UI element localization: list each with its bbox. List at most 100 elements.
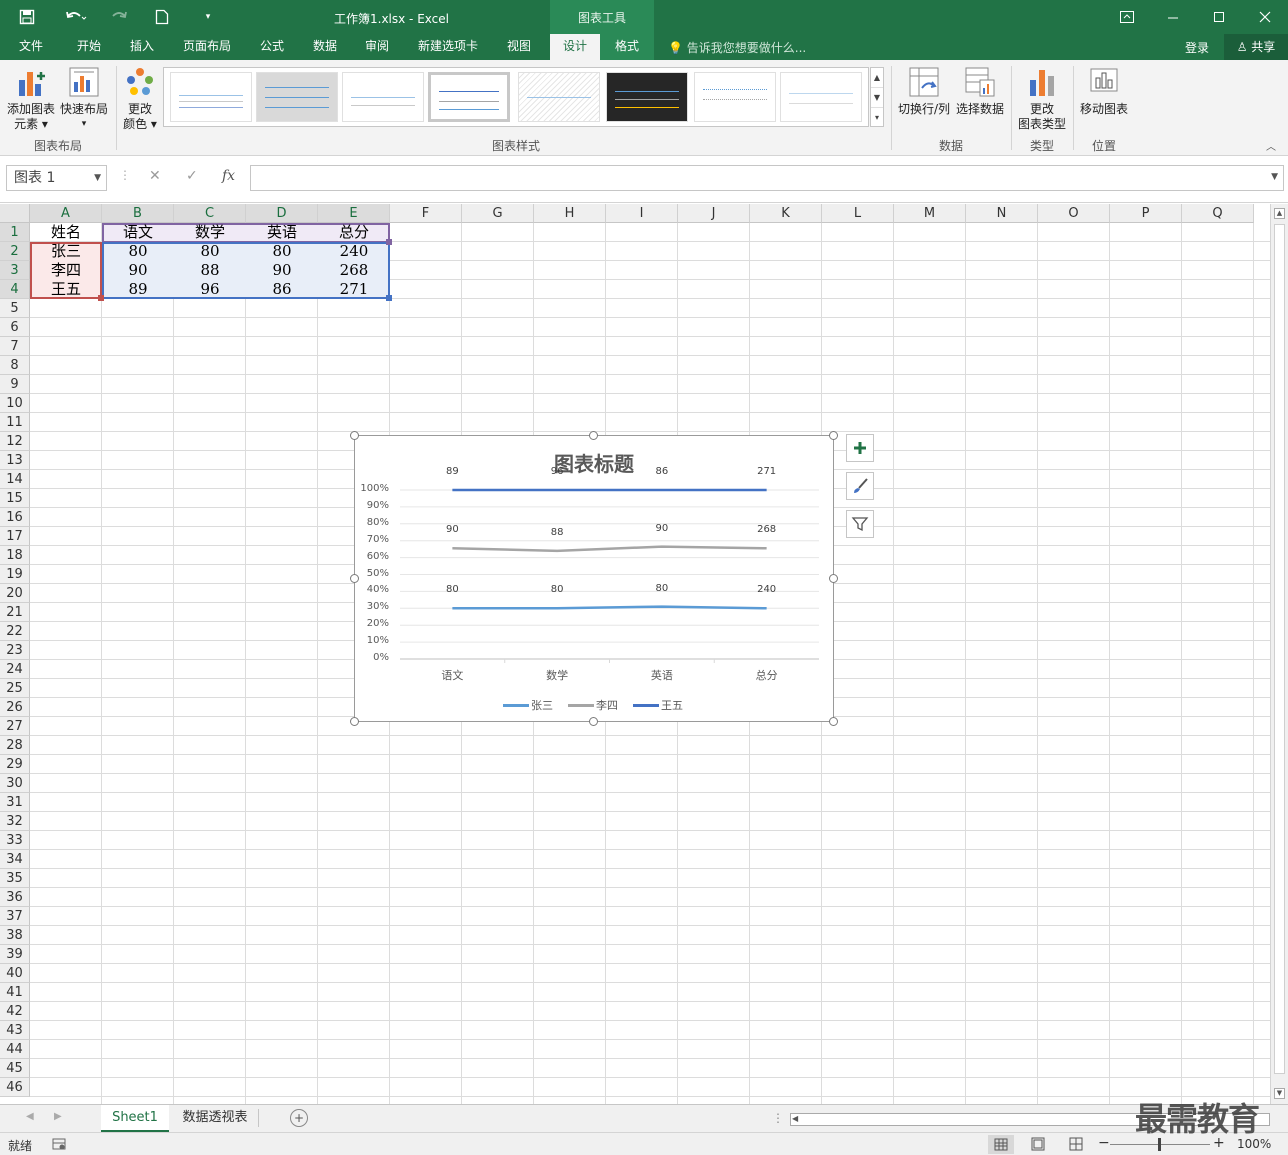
tab-design[interactable]: 设计 [550, 34, 600, 60]
new-document-icon[interactable] [150, 6, 174, 28]
row-header[interactable]: 45 [0, 1059, 30, 1078]
tell-me-search[interactable]: 💡 告诉我您想要做什么... [668, 39, 806, 56]
row-header[interactable]: 35 [0, 869, 30, 888]
cell-a1[interactable]: 姓名 [30, 223, 102, 242]
tab-page-layout[interactable]: 页面布局 [172, 34, 242, 60]
data-label[interactable]: 240 [749, 584, 785, 595]
resize-handle[interactable] [589, 717, 598, 726]
row-header[interactable]: 42 [0, 1002, 30, 1021]
minimize-button[interactable] [1150, 4, 1196, 30]
prev-sheet-icon[interactable]: ◀ [26, 1111, 34, 1122]
range-handle[interactable] [386, 239, 392, 245]
row-header[interactable]: 17 [0, 527, 30, 546]
row-header[interactable]: 6 [0, 318, 30, 337]
row-header[interactable]: 30 [0, 774, 30, 793]
tab-file[interactable]: 文件 [6, 34, 56, 60]
row-header[interactable]: 32 [0, 812, 30, 831]
chart-style-8[interactable] [780, 72, 862, 122]
row-header[interactable]: 43 [0, 1021, 30, 1040]
column-header[interactable]: E [318, 204, 390, 223]
range-handle[interactable] [98, 295, 104, 301]
data-label[interactable]: 80 [434, 584, 470, 595]
ribbon-display-icon[interactable] [1104, 4, 1150, 30]
normal-view-icon[interactable] [988, 1135, 1014, 1154]
data-label[interactable]: 271 [749, 466, 785, 477]
expand-formula-icon[interactable]: ▼ [1271, 172, 1278, 182]
line-chart[interactable]: 图表标题 100% 90% 80% 70% 60% 50% 40% 30% 20% 10% 0% 语文… [350, 431, 838, 726]
sheet-tab-sheet1[interactable]: Sheet1 [101, 1105, 169, 1132]
row-header[interactable]: 41 [0, 983, 30, 1002]
row-header[interactable]: 25 [0, 679, 30, 698]
select-all-corner[interactable] [0, 204, 30, 223]
cell-d3[interactable]: 90 [246, 261, 318, 280]
row-header[interactable]: 38 [0, 926, 30, 945]
row-header[interactable]: 12 [0, 432, 30, 451]
legend-item-lisi[interactable]: 李四 [568, 697, 618, 713]
tab-home[interactable]: 开始 [64, 34, 114, 60]
cell-d4[interactable]: 86 [246, 280, 318, 299]
row-header[interactable]: 27 [0, 717, 30, 736]
cancel-icon[interactable]: ✕ [149, 168, 161, 184]
insert-function-icon[interactable]: fx [222, 168, 235, 184]
column-header[interactable]: I [606, 204, 678, 223]
column-header[interactable]: L [822, 204, 894, 223]
scroll-left-icon[interactable]: ◀ [792, 1114, 798, 1123]
row-header[interactable]: 16 [0, 508, 30, 527]
cell-b3[interactable]: 90 [102, 261, 174, 280]
cell-b1[interactable]: 语文 [102, 223, 174, 242]
resize-handle[interactable] [350, 574, 359, 583]
row-header[interactable]: 7 [0, 337, 30, 356]
drag-handle-icon[interactable]: ⋮ [119, 168, 131, 182]
column-header[interactable]: D [246, 204, 318, 223]
chart-style-1[interactable] [170, 72, 252, 122]
collapse-ribbon-icon[interactable]: ︿ [1266, 138, 1276, 153]
column-header[interactable]: H [534, 204, 606, 223]
gallery-more-icon[interactable]: ▾ [871, 108, 883, 128]
gallery-up-icon[interactable]: ▲ [871, 68, 883, 88]
row-header[interactable]: 9 [0, 375, 30, 394]
data-label[interactable]: 90 [434, 524, 470, 535]
series-line[interactable] [452, 605, 767, 610]
tab-review[interactable]: 审阅 [354, 34, 400, 60]
data-label[interactable]: 88 [539, 527, 575, 538]
save-icon[interactable] [14, 6, 40, 28]
data-label[interactable]: 86 [644, 466, 680, 477]
row-header[interactable]: 2 [0, 242, 30, 261]
resize-handle[interactable] [829, 717, 838, 726]
chart-style-6[interactable] [606, 72, 688, 122]
column-header[interactable]: G [462, 204, 534, 223]
row-header[interactable]: 20 [0, 584, 30, 603]
row-header[interactable]: 36 [0, 888, 30, 907]
chart-style-4-selected[interactable] [428, 72, 510, 122]
row-header[interactable]: 39 [0, 945, 30, 964]
row-header[interactable]: 28 [0, 736, 30, 755]
resize-handle[interactable] [829, 431, 838, 440]
cell-e4[interactable]: 271 [318, 280, 390, 299]
cell-a2[interactable]: 张三 [30, 242, 102, 261]
column-header[interactable]: P [1110, 204, 1182, 223]
cell-c1[interactable]: 数学 [174, 223, 246, 242]
row-header[interactable]: 23 [0, 641, 30, 660]
change-colors-button[interactable]: 更改 颜色 ▾ [118, 66, 162, 132]
range-handle[interactable] [386, 295, 392, 301]
zoom-out-icon[interactable]: − [1098, 1135, 1110, 1151]
row-header[interactable]: 14 [0, 470, 30, 489]
chart-style-7[interactable] [694, 72, 776, 122]
quick-layout-button[interactable]: 快速布局 ▾ [58, 66, 110, 132]
switch-row-column-button[interactable]: 切换行/列 [896, 66, 952, 117]
column-header[interactable]: N [966, 204, 1038, 223]
vertical-scroll-thumb[interactable] [1274, 224, 1285, 1074]
tab-new-tab[interactable]: 新建选项卡 [406, 34, 490, 60]
tab-formulas[interactable]: 公式 [250, 34, 294, 60]
column-header[interactable]: Q [1182, 204, 1254, 223]
cell-b2[interactable]: 80 [102, 242, 174, 261]
row-header[interactable]: 24 [0, 660, 30, 679]
scroll-down-icon[interactable]: ▼ [1274, 1088, 1285, 1099]
data-label[interactable]: 96 [539, 466, 575, 477]
resize-handle[interactable] [350, 717, 359, 726]
column-header[interactable]: A [30, 204, 102, 223]
column-header[interactable]: C [174, 204, 246, 223]
data-label[interactable]: 80 [539, 584, 575, 595]
macro-record-icon[interactable] [52, 1137, 66, 1154]
data-label[interactable]: 268 [749, 524, 785, 535]
